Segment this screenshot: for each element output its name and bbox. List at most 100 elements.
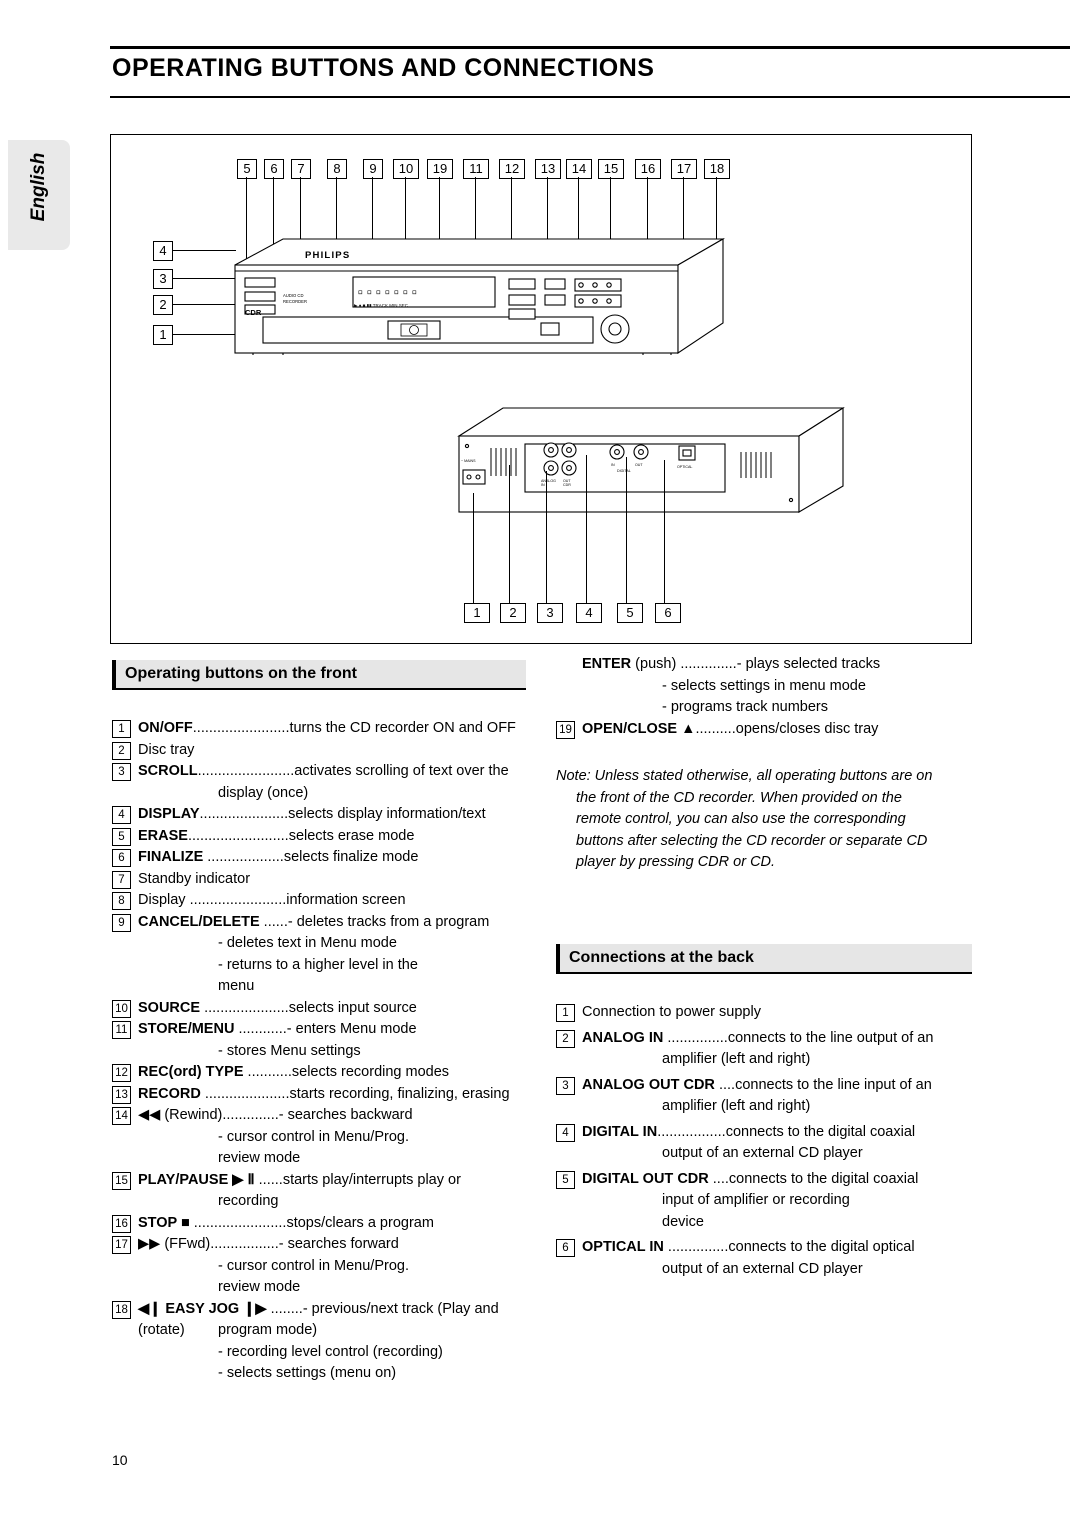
item-subline: - stores Menu settings <box>218 1042 361 1059</box>
item-desc: connects to the digital coaxial <box>725 1123 916 1140</box>
item-label: ▶▶ (FFwd) <box>138 1236 211 1252</box>
list-item: 9 CANCEL/DELETE ......- deletes tracks f… <box>112 912 532 998</box>
item-number: 16 <box>112 1214 131 1233</box>
item-desc: Disc tray <box>138 741 195 758</box>
list-item: 4 DISPLAY......................selects d… <box>112 804 532 826</box>
item-subline: - deletes text in Menu mode <box>218 935 397 951</box>
item-number: 2 <box>112 741 131 760</box>
callout-bottom-1: 1 <box>464 603 490 623</box>
list-item: 1 ON/OFF........................turns th… <box>112 718 532 740</box>
item-desc: activates scrolling of text over the <box>294 763 509 779</box>
item-dots: ..................... <box>200 999 289 1016</box>
item-desc: selects recording modes <box>291 1064 450 1080</box>
callout-left-4: 4 <box>153 241 173 261</box>
item-subline: device <box>662 1213 704 1230</box>
callout-top-15: 15 <box>598 159 624 179</box>
svg-text:CDR: CDR <box>563 483 571 487</box>
item-number: 7 <box>112 870 131 889</box>
item-number: 6 <box>112 849 131 867</box>
callout-bottom-4: 4 <box>576 603 602 623</box>
item-desc: - searches backward <box>278 1107 413 1123</box>
item-number: 8 <box>112 892 131 910</box>
item-desc: selects display information/text <box>288 806 486 822</box>
callout-top-11: 11 <box>463 159 489 179</box>
item-label: CANCEL/DELETE <box>138 913 260 930</box>
item-number: 18 <box>112 1300 131 1319</box>
item-dots: ................. <box>657 1123 726 1140</box>
svg-text:RECORDER: RECORDER <box>283 299 307 304</box>
language-tab-label: English <box>28 152 49 222</box>
item-desc: connects to the digital coaxial <box>728 1170 919 1187</box>
list-item: ENTER (push) ..............- plays selec… <box>556 654 971 719</box>
callout-top-10: 10 <box>393 159 419 179</box>
item-dots: ..................... <box>200 1085 290 1102</box>
front-buttons-list: 1 ON/OFF........................turns th… <box>112 718 532 1385</box>
list-item: 5 ERASE.........................selects … <box>112 826 532 848</box>
item-desc: Display ........................informat… <box>138 892 406 908</box>
svg-text:AUDIO CD: AUDIO CD <box>283 293 303 298</box>
item-number: 5 <box>556 1170 575 1189</box>
leader-bottom-3 <box>546 471 547 603</box>
svg-text:CDR: CDR <box>245 308 262 317</box>
item-desc: stops/clears a program <box>286 1214 434 1231</box>
leader-bottom-1 <box>473 493 474 603</box>
list-item: 6 FINALIZE ...................selects fi… <box>112 847 532 869</box>
item-desc: connects to the line output of an <box>727 1029 934 1046</box>
callout-left-2: 2 <box>153 295 173 315</box>
item-desc: opens/closes disc tray <box>735 720 879 737</box>
section-header-front-label: Operating buttons on the front <box>125 665 357 682</box>
list-item: 3 SCROLL........................activate… <box>112 761 532 804</box>
callout-bottom-6: 6 <box>655 603 681 623</box>
list-item: 6 OPTICAL IN ...............connects to … <box>556 1237 976 1280</box>
item-desc: connects to the digital optical <box>728 1239 915 1255</box>
leader-bottom-6 <box>664 460 665 603</box>
item-subline: review mode <box>218 1279 301 1295</box>
svg-text:IN: IN <box>541 483 545 487</box>
list-item: 13 RECORD .....................starts re… <box>112 1084 532 1106</box>
item-subline: display (once) <box>218 784 309 801</box>
header-rule-bottom <box>110 96 1070 98</box>
rear-panel-illustration: ~ MAINS ANALOG IN OUT CDR IN OUT DIGITAL… <box>451 400 851 535</box>
note-line: buttons after selecting the CD recorder … <box>576 832 928 849</box>
item-label: RECORD <box>138 1085 201 1102</box>
item-dots: ...... <box>254 1171 283 1188</box>
item-subline: - returns to a higher level in the <box>218 956 418 973</box>
list-item: 18 ◀❙ EASY JOG ❙▶ ........- previous/nex… <box>112 1299 532 1385</box>
callout-top-14: 14 <box>566 159 592 179</box>
item-number: 1 <box>556 1004 575 1022</box>
item-dots: ............... <box>663 1029 728 1046</box>
item-label: ERASE <box>138 827 188 844</box>
list-item: 19 OPEN/CLOSE ▲..........opens/closes di… <box>556 719 971 741</box>
svg-text:~ MAINS: ~ MAINS <box>461 459 476 463</box>
section-header-front: Operating buttons on the front <box>112 660 526 690</box>
item-label: FINALIZE <box>138 849 204 865</box>
item-desc: connects to the line input of an <box>735 1076 932 1093</box>
item-number: 14 <box>112 1107 131 1125</box>
item-number: 4 <box>112 806 131 824</box>
item-subline: output of an external CD player <box>662 1260 863 1277</box>
list-item: 14 ◀◀ (Rewind)..............- searches b… <box>112 1105 532 1170</box>
list-item: 17 ▶▶ (FFwd).................- searches … <box>112 1234 532 1299</box>
item-desc: starts play/interrupts play or <box>282 1171 461 1188</box>
item-label: SCROLL <box>138 763 198 779</box>
note-line: the front of the CD recorder. When provi… <box>576 789 902 806</box>
item-desc: Connection to power supply <box>582 1004 761 1020</box>
item-subline: - recording level control (recording) <box>218 1343 443 1360</box>
item-label: STORE/MENU <box>138 1021 235 1037</box>
item-dots: ............... <box>663 1239 729 1255</box>
item-label: DIGITAL OUT CDR <box>582 1170 709 1187</box>
leader-bottom-4 <box>586 455 587 603</box>
item-number: 10 <box>112 999 131 1018</box>
header-rule-top <box>110 46 1070 49</box>
item-dots: ...................... <box>199 806 289 822</box>
item-subline: recording <box>218 1193 279 1209</box>
list-item: 11 STORE/MENU ............- enters Menu … <box>112 1019 532 1062</box>
item-subline: - programs track numbers <box>662 699 828 715</box>
note-line: Note: Unless stated otherwise, all opera… <box>556 768 933 784</box>
svg-text:PHILIPS: PHILIPS <box>305 250 350 261</box>
front-unit-illustration: PHILIPS CDR AUDIO CD RECORDER ▫▫▫▫▫▫▫ ▶ … <box>223 205 743 355</box>
item-dots: ................. <box>210 1236 279 1252</box>
list-item: 2 ANALOG IN ...............connects to t… <box>556 1028 976 1071</box>
page-root: OPERATING BUTTONS AND CONNECTIONS Englis… <box>0 0 1080 1528</box>
list-item: 12 REC(ord) TYPE ...........selects reco… <box>112 1062 532 1084</box>
